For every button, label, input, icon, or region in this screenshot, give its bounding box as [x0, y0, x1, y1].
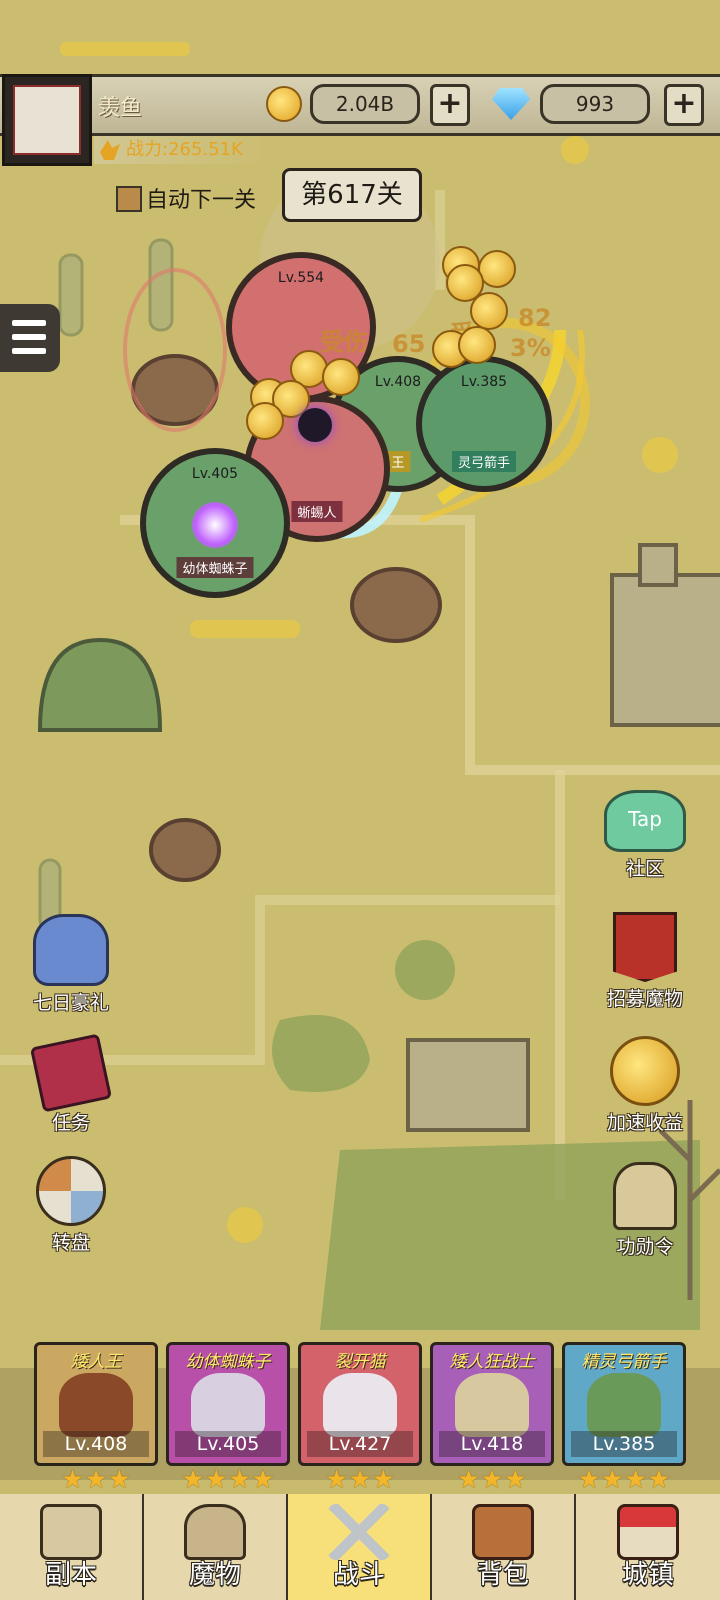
auto-next-label: 自动下一关: [146, 188, 257, 213]
tab-label: 城镇: [621, 1560, 674, 1590]
book-icon: [29, 1033, 113, 1113]
card-title: 幼体蜘蛛子: [185, 1352, 271, 1372]
star-rating: ★★★★: [181, 1465, 275, 1495]
helmet-icon: [184, 1504, 246, 1560]
coin-drop-icon: [470, 292, 508, 330]
gold-coin-icon: [266, 86, 302, 122]
tab-label: 战斗: [332, 1560, 385, 1590]
tasks-button[interactable]: 任务: [16, 1033, 126, 1135]
tab-backpack[interactable]: 背包: [432, 1494, 576, 1600]
star-rating: ★★★: [457, 1465, 527, 1495]
spider-portrait: [191, 1373, 265, 1437]
unit-name: 蜥蜴人: [291, 501, 343, 522]
coin-drop-icon: [458, 326, 496, 364]
community-button[interactable]: Tap 社区: [590, 790, 700, 881]
map-scroll-icon: [40, 1504, 102, 1560]
add-gold-button[interactable]: +: [430, 84, 470, 126]
card-title: 矮人狂战士: [449, 1352, 535, 1372]
unit-name: 幼体蜘蛛子: [176, 557, 254, 578]
recruit-monster-button[interactable]: 招募魔物: [590, 912, 700, 1011]
helmet-icon: [613, 1162, 677, 1230]
damage-text: 65: [392, 330, 426, 358]
tab-label: 魔物: [188, 1560, 241, 1590]
banner-helmet-icon: [613, 912, 677, 982]
add-gem-button[interactable]: +: [664, 84, 704, 126]
coin-drop-icon: [246, 402, 284, 440]
community-label: 社区: [625, 858, 664, 880]
speed-income-label: 加速收益: [606, 1112, 683, 1134]
coin-drop-icon: [322, 358, 360, 396]
spin-wheel-icon: [36, 1156, 106, 1226]
card-level: Lv.385: [571, 1431, 677, 1457]
team-card[interactable]: 裂开猫 Lv.427: [298, 1342, 422, 1466]
player-avatar[interactable]: [2, 74, 92, 166]
team-card[interactable]: 幼体蜘蛛子 Lv.405: [166, 1342, 290, 1466]
skull-icon: [298, 408, 332, 442]
elf-archer-portrait: [587, 1373, 661, 1437]
merit-pass-button[interactable]: 功勋令: [590, 1162, 700, 1259]
card-level: Lv.408: [43, 1431, 149, 1457]
coin-arrow-icon: [610, 1036, 680, 1106]
tab-town[interactable]: 城镇: [576, 1494, 720, 1600]
card-title: 裂开猫: [334, 1352, 386, 1372]
dwarf-berserker-portrait: [455, 1373, 529, 1437]
tab-battle[interactable]: 战斗: [288, 1494, 432, 1600]
tasks-label: 任务: [51, 1112, 90, 1134]
shop-icon: [617, 1504, 679, 1560]
combat-power: 战力:265.51K: [94, 136, 264, 164]
card-level: Lv.405: [175, 1431, 281, 1457]
wheel-label: 转盘: [51, 1232, 90, 1254]
menu-line: [12, 334, 46, 340]
avatar-portrait: [13, 85, 81, 155]
tap-label: Tap: [628, 807, 662, 831]
merit-label: 功勋令: [616, 1236, 674, 1258]
unit-level: Lv.554: [277, 270, 325, 286]
unit-name: 灵弓箭手: [451, 451, 517, 472]
stage-label: 第617关: [282, 168, 422, 222]
damage-text: 受伤: [320, 328, 368, 356]
backpack-icon: [472, 1504, 534, 1560]
star-rating: ★★★: [61, 1465, 131, 1495]
hero-unit-elf-archer[interactable]: Lv.385 灵弓箭手: [416, 356, 552, 492]
menu-line: [12, 320, 46, 326]
split-cat-portrait: [323, 1373, 397, 1437]
team-card[interactable]: 精灵弓箭手 Lv.385: [562, 1342, 686, 1466]
tab-label: 副本: [44, 1560, 97, 1590]
card-level: Lv.427: [307, 1431, 413, 1457]
auto-next-toggle[interactable]: 自动下一关: [116, 182, 256, 214]
unit-level: Lv.405: [191, 466, 239, 482]
star-rating: ★★★★: [577, 1465, 671, 1495]
recruit-label: 招募魔物: [606, 988, 683, 1010]
damage-text: 3%: [510, 334, 551, 362]
combat-power-value: 战力:265.51K: [126, 139, 243, 160]
hero-unit-spider[interactable]: Lv.405 幼体蜘蛛子: [140, 448, 290, 598]
crossed-swords-icon: [328, 1504, 390, 1560]
player-name: 羡鱼: [98, 96, 143, 121]
tab-monsters[interactable]: 魔物: [144, 1494, 288, 1600]
team-card[interactable]: 矮人狂战士 Lv.418: [430, 1342, 554, 1466]
card-level: Lv.418: [439, 1431, 545, 1457]
tap-cloud-icon: Tap: [604, 790, 686, 852]
seven-day-gift-button[interactable]: 七日豪礼: [16, 914, 126, 1015]
unit-level: Lv.385: [460, 374, 508, 390]
speed-income-button[interactable]: 加速收益: [590, 1036, 700, 1135]
star-rating: ★★★: [325, 1465, 395, 1495]
power-icon: [100, 140, 120, 160]
magic-burst-icon: [192, 502, 238, 548]
knight-icon: [33, 914, 109, 986]
gold-amount: 2.04B: [310, 84, 420, 124]
seven-day-label: 七日豪礼: [32, 992, 109, 1014]
menu-button[interactable]: [0, 304, 60, 372]
card-title: 精灵弓箭手: [581, 1352, 667, 1372]
team-card[interactable]: 矮人王 Lv.408: [34, 1342, 158, 1466]
gem-amount: 993: [540, 84, 650, 124]
damage-text: 82: [518, 304, 552, 332]
tab-label: 背包: [476, 1560, 529, 1590]
checkbox[interactable]: [116, 186, 142, 212]
menu-line: [12, 348, 46, 354]
dwarf-king-portrait: [59, 1373, 133, 1437]
tab-dungeon[interactable]: 副本: [0, 1494, 144, 1600]
wheel-button[interactable]: 转盘: [16, 1156, 126, 1255]
card-title: 矮人王: [70, 1352, 122, 1372]
